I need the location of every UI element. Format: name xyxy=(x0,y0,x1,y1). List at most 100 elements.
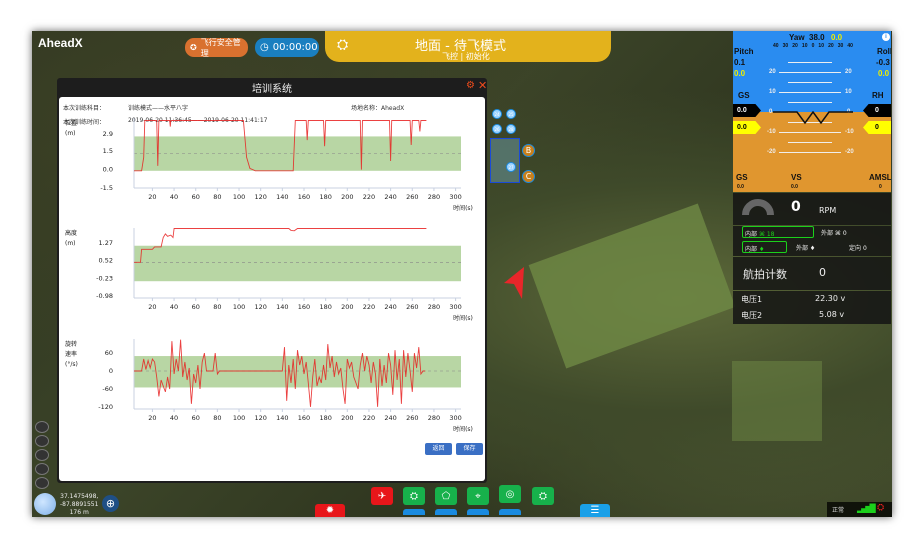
x-tick-label: 180 xyxy=(319,414,331,422)
x-tick-label: 180 xyxy=(319,303,331,311)
settings-gear-icon[interactable]: ⚙ xyxy=(466,80,475,91)
flight-safety-button[interactable]: ✪ 飞行安全管理 xyxy=(185,38,248,58)
y-tick-label: 2.9 xyxy=(103,130,113,138)
layer-tool-icon[interactable] xyxy=(35,449,49,461)
pitch-ladder-label: -10 xyxy=(767,129,776,135)
x-tick-label: 300 xyxy=(449,193,461,201)
yaw-tick: 20 xyxy=(828,43,834,49)
flight-mode-banner: ⛭ 地面 - 待飞模式 飞控 | 初始化 xyxy=(325,31,611,62)
y-axis-label: 高度 xyxy=(65,229,77,237)
gps-internal-label: 内部 xyxy=(745,231,758,238)
takeoff-button[interactable]: ✈ xyxy=(371,487,393,505)
close-icon[interactable]: ✕ xyxy=(478,79,487,92)
voltage1-label: 电压1 xyxy=(741,295,763,304)
x-tick-label: 40 xyxy=(170,414,178,422)
waypoint-marker[interactable]: 24 xyxy=(492,109,502,119)
pitch-ladder-line xyxy=(779,72,841,73)
waypoint-marker[interactable]: 27 xyxy=(506,162,516,172)
waypoint-marker[interactable]: 28 xyxy=(506,124,516,134)
list-button[interactable]: ☰ xyxy=(580,504,610,517)
x-tick-label: 60 xyxy=(192,303,200,311)
compass-external-label: 外部 xyxy=(796,245,809,252)
waypoint-button[interactable]: ⌖ xyxy=(467,487,489,505)
waypoint-c[interactable]: C xyxy=(522,170,535,183)
pen-tool-icon[interactable] xyxy=(35,421,49,433)
y-tick-label: -120 xyxy=(98,403,113,411)
gs-label: GS xyxy=(738,91,750,100)
subject-label: 本次训练科目： xyxy=(63,105,106,112)
expand-tab[interactable] xyxy=(499,509,521,515)
polygon-button[interactable]: ⬠ xyxy=(435,487,457,505)
y-tick-label: -0.23 xyxy=(96,274,113,282)
land-button[interactable]: ⛭ xyxy=(532,487,554,505)
y-tick-label: -0.98 xyxy=(96,292,113,300)
compass-internal-label: 内部 xyxy=(745,246,758,253)
info-icon[interactable]: i xyxy=(882,33,890,41)
training-dialog: 培训系统 ⚙ ✕ 本次训练科目： 训练模式——水平八字 场地名称：AheadX … xyxy=(57,78,487,483)
longitude: -87.8891551 xyxy=(60,501,99,508)
app-logo: AheadX xyxy=(38,36,83,50)
x-tick-label: 220 xyxy=(363,303,375,311)
polygon-icon: ⬠ xyxy=(441,490,451,502)
amsl-value: 0 xyxy=(879,184,882,190)
x-axis-label: 时间(s) xyxy=(453,425,473,433)
pitch-ladder-label: -20 xyxy=(845,149,854,155)
expand-tab[interactable] xyxy=(403,509,425,515)
minimap-globe[interactable] xyxy=(34,493,56,515)
pitch-ladder-line xyxy=(779,152,841,153)
pitch-ladder-line xyxy=(788,62,832,63)
expand-tab[interactable] xyxy=(467,509,489,515)
y-tick-label: 60 xyxy=(105,349,113,357)
heading-value: 0 xyxy=(862,245,867,252)
x-tick-label: 120 xyxy=(254,193,266,201)
list-icon: ☰ xyxy=(590,505,600,516)
x-tick-label: 40 xyxy=(170,193,178,201)
voltage2-value: 5.08 v xyxy=(819,310,845,319)
pitch-ladder-label: 10 xyxy=(845,89,852,95)
x-tick-label: 240 xyxy=(384,414,396,422)
sensor-panel: 内部 ⌘ 18 外部 ⌘ 0 内部 ♦ 外部 ♦ 定向 0 xyxy=(733,226,891,256)
yaw-tick: 30 xyxy=(782,43,789,49)
rh-label: RH xyxy=(872,91,884,100)
y-tick-label: -60 xyxy=(102,385,113,393)
waypoint-marker[interactable]: 25 xyxy=(506,109,516,119)
x-tick-label: 240 xyxy=(384,303,396,311)
coordinates: 37.1475498, -87.8891551 176 m xyxy=(60,493,98,517)
x-tick-label: 200 xyxy=(341,193,353,201)
zoom-in-icon[interactable] xyxy=(35,463,49,475)
gps-external-value: 0 xyxy=(842,230,847,237)
alarm-icon: ✹ xyxy=(325,505,335,516)
subject-value: 训练模式——水平八字 xyxy=(128,105,189,112)
photo-count-panel: 航拍计数 0 xyxy=(733,257,891,290)
rpm-label: RPM xyxy=(819,206,837,215)
rh-value: 0 xyxy=(863,104,891,117)
yaw-tick: 40 xyxy=(847,43,853,49)
x-tick-label: 180 xyxy=(319,193,331,201)
expand-tab[interactable] xyxy=(435,509,457,515)
y-tick-label: 0.52 xyxy=(99,257,113,265)
back-button[interactable]: 返回 xyxy=(425,443,452,455)
pitch-ladder-label: 0 xyxy=(769,109,773,115)
drone-up-button[interactable]: ⛭ xyxy=(403,487,425,505)
photo-count-label: 航拍计数 xyxy=(743,268,787,281)
save-button[interactable]: 保存 xyxy=(456,443,483,455)
yaw-tick: 30 xyxy=(837,43,844,49)
waypoint-b[interactable]: B xyxy=(522,144,535,157)
x-tick-label: 260 xyxy=(406,303,418,311)
app-window: AheadX ✪ 飞行安全管理 ◷ 00:00:00 ⛭ 地面 - 待飞模式 飞控 … xyxy=(32,31,892,517)
x-tick-label: 280 xyxy=(428,303,440,311)
waypoint-marker[interactable]: 26 xyxy=(492,124,502,134)
x-tick-label: 140 xyxy=(276,414,288,422)
orbit-button[interactable]: ◎ xyxy=(499,485,521,503)
roll-value: -0.3 xyxy=(876,58,890,67)
eraser-tool-icon[interactable] xyxy=(35,435,49,447)
yaw-value: 38.0 xyxy=(809,33,825,42)
rh-target: 0 xyxy=(863,121,891,134)
yaw-tick: 10 xyxy=(818,43,824,49)
zoom-out-icon[interactable] xyxy=(35,477,49,489)
globe-cursor-icon[interactable]: ⊕ xyxy=(102,495,119,512)
pitch-ladder-label: 10 xyxy=(769,89,776,95)
timer-value: 00:00:00 xyxy=(272,42,318,53)
alarm-button[interactable]: ✹ xyxy=(315,504,345,517)
y-tick-label: 0 xyxy=(109,367,113,375)
